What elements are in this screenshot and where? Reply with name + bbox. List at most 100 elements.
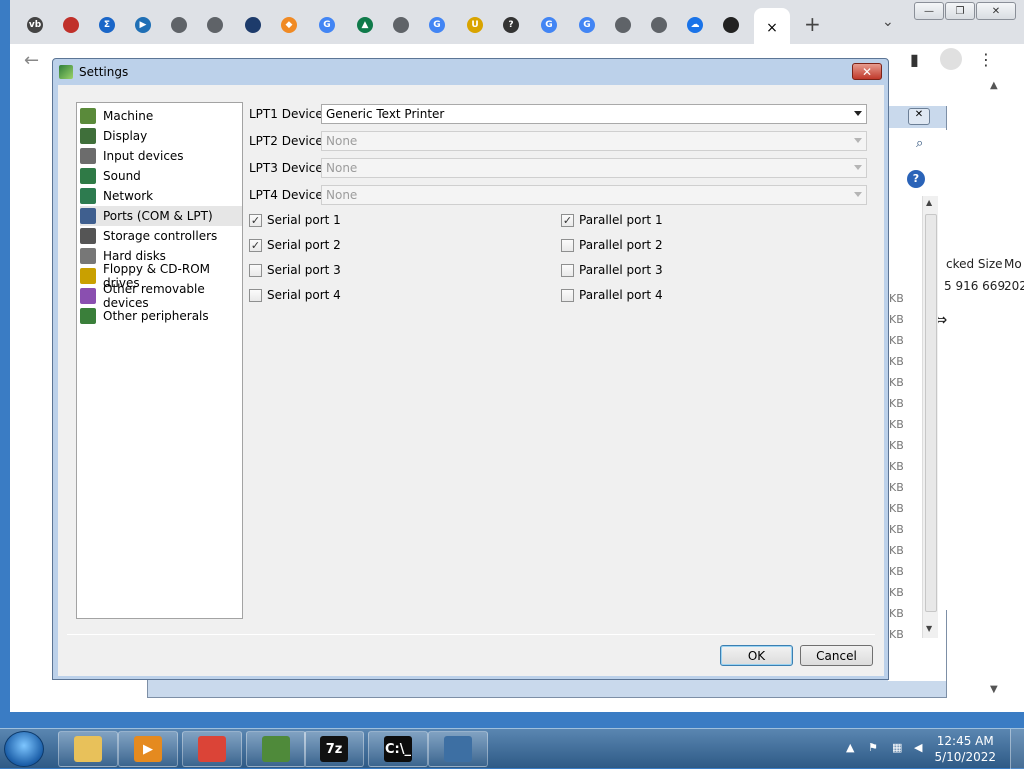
nav-item-other-removable-devices[interactable]: Other removable devices [80,282,242,310]
start-button[interactable] [4,731,44,767]
browser-tab[interactable]: ▲ [350,10,380,40]
network-tray-icon[interactable]: ▦ [892,741,906,755]
chevron-down-icon [854,165,862,170]
browser-tab[interactable]: ? [496,10,526,40]
nav-item-machine[interactable]: Machine [80,106,242,126]
parallel-port-3-checkbox[interactable] [561,264,574,277]
browser-tab[interactable]: ☁ [680,10,710,40]
chevron-down-icon [854,192,862,197]
serial-port-2-checkbox[interactable]: ✓ [249,239,262,252]
nav-item-sound[interactable]: Sound [80,166,242,186]
serial-port-1-label[interactable]: Serial port 1 [267,213,341,227]
active-tab[interactable]: × [754,8,790,48]
browser-tab[interactable] [238,10,268,40]
browser-tab[interactable]: G [534,10,564,40]
background-scrollbar[interactable]: ▲ ▼ [922,196,938,638]
browser-tab[interactable] [386,10,416,40]
nav-item-other-peripherals[interactable]: Other peripherals [80,306,242,326]
parallel-port-1-checkbox[interactable]: ✓ [561,214,574,227]
nav-item-ports-com-lpt[interactable]: Ports (COM & LPT) [80,206,242,226]
search-icon[interactable]: ⌕ [916,136,923,151]
browser-tab[interactable]: Σ [92,10,122,40]
dialog-titlebar[interactable]: Settings ✕ [53,59,888,85]
scroll-thumb[interactable] [925,214,937,612]
serial-port-4-label[interactable]: Serial port 4 [267,288,341,302]
dialog-separator [67,634,875,635]
taskbar-app-button[interactable] [428,731,488,767]
show-hidden-icons-icon[interactable]: ▲ [846,741,860,755]
serial-port-4-checkbox[interactable] [249,289,262,302]
nav-item-display[interactable]: Display [80,126,242,146]
new-tab-button[interactable]: + [804,12,821,36]
back-icon[interactable]: ← [24,50,39,71]
column-packed-size[interactable]: cked Size [946,257,1003,271]
browser-tab[interactable]: ◆ [274,10,304,40]
dialog-close-button[interactable]: ✕ [852,63,882,80]
browser-tab[interactable]: U [460,10,490,40]
browser-tab[interactable]: G [422,10,452,40]
size-unit-label: KB [889,628,904,641]
lpt2-device-value: None [326,134,358,148]
show-desktop-button[interactable] [1010,729,1024,769]
7zip-icon: 7z [320,736,348,762]
taskbar-app-button[interactable]: ▶ [118,731,178,767]
google-icon: G [429,17,445,33]
action-center-icon[interactable]: ⚑ [868,741,882,755]
size-unit-label: KB [889,586,904,599]
serial-port-3-label[interactable]: Serial port 3 [267,263,341,277]
taskbar-app-button[interactable] [246,731,306,767]
browser-tab[interactable]: ▶ [128,10,158,40]
parallel-port-4-checkbox[interactable] [561,289,574,302]
lpt2-device-select: None [321,131,867,151]
lpt1-device-select[interactable]: Generic Text Printer [321,104,867,124]
nav-item-input-devices[interactable]: Input devices [80,146,242,166]
minimize-button[interactable]: — [914,2,944,20]
serial-port-3-checkbox[interactable] [249,264,262,277]
parallel-port-3-label[interactable]: Parallel port 3 [579,263,663,277]
browser-tab[interactable] [56,10,86,40]
nav-item-storage-controllers[interactable]: Storage controllers [80,226,242,246]
globe-icon [171,17,187,33]
nav-item-network[interactable]: Network [80,186,242,206]
serial-port-1-checkbox[interactable]: ✓ [249,214,262,227]
scroll-up-icon[interactable]: ▲ [990,80,998,91]
parallel-port-2-checkbox[interactable] [561,239,574,252]
browser-tab[interactable]: G [312,10,342,40]
scroll-down-arrow-icon[interactable]: ▼ [926,624,932,633]
browser-tab[interactable]: vb [20,10,50,40]
profile-icon[interactable] [940,48,962,70]
window-close-button[interactable]: ✕ [976,2,1016,20]
browser-tab[interactable] [200,10,230,40]
help-icon[interactable]: ? [907,170,925,188]
taskbar-app-button[interactable]: C:\_ [368,731,428,767]
volume-icon[interactable]: ◀ [914,741,928,755]
row-modified: 202 [1004,279,1024,293]
ok-button[interactable]: OK [720,645,793,666]
taskbar-app-button[interactable] [182,731,242,767]
background-close-button[interactable]: ✕ [908,108,930,125]
serial-port-2-label[interactable]: Serial port 2 [267,238,341,252]
browser-tab[interactable] [716,10,746,40]
nav-item-label: Machine [103,109,154,123]
taskbar-app-button[interactable]: 7z [304,731,364,767]
close-tab-icon[interactable]: × [766,20,778,36]
parallel-port-1-label[interactable]: Parallel port 1 [579,213,663,227]
parallel-port-2-label[interactable]: Parallel port 2 [579,238,663,252]
column-modified[interactable]: Mo [1004,257,1022,271]
tab-search-icon[interactable]: ⌄ [882,14,894,30]
maximize-button[interactable]: ❐ [945,2,975,20]
clock[interactable]: 12:45 AM 5/10/2022 [934,733,996,765]
lpt3-device-value: None [326,161,358,175]
browser-tab[interactable] [164,10,194,40]
scroll-up-arrow-icon[interactable]: ▲ [926,198,932,207]
browser-tab[interactable] [644,10,674,40]
side-panel-icon[interactable]: ▮ [910,50,919,69]
cancel-button[interactable]: Cancel [800,645,873,666]
browser-tab[interactable] [608,10,638,40]
menu-icon[interactable]: ⋮ [978,50,994,69]
taskbar-app-button[interactable] [58,731,118,767]
question-icon: ? [503,17,519,33]
parallel-port-4-label[interactable]: Parallel port 4 [579,288,663,302]
browser-tab[interactable]: G [572,10,602,40]
scroll-down-icon[interactable]: ▼ [990,684,998,695]
